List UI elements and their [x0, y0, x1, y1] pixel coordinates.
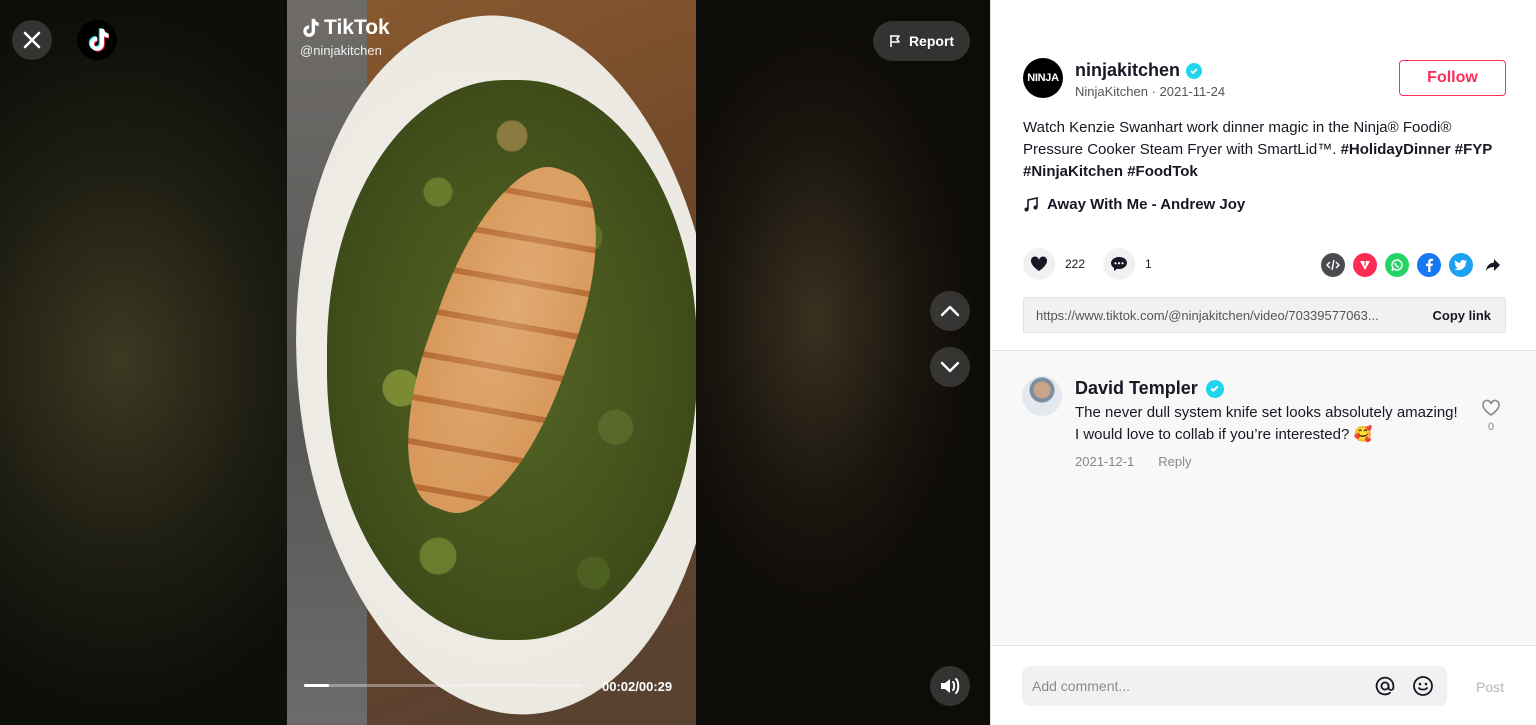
more-share-button[interactable]	[1481, 253, 1505, 277]
music-note-icon	[1024, 196, 1038, 211]
comment-button[interactable]	[1103, 248, 1135, 280]
music-title[interactable]: Away With Me - Andrew Joy	[1047, 196, 1245, 213]
whatsapp-icon	[1391, 259, 1403, 272]
author-handle[interactable]: ninjakitchen	[1075, 60, 1180, 81]
copy-link-button[interactable]: Copy link	[1418, 308, 1505, 323]
hashtag-link[interactable]: #HolidayDinner	[1341, 141, 1451, 158]
facebook-icon	[1426, 258, 1433, 272]
embed-button[interactable]	[1321, 253, 1345, 277]
share-arrow-icon	[1486, 259, 1500, 271]
author-meta: NinjaKitchen · 2021-11-24	[1075, 84, 1226, 99]
volume-button[interactable]	[930, 666, 970, 706]
previous-video-button[interactable]	[930, 291, 970, 331]
emoji-icon	[1413, 676, 1433, 696]
close-icon	[23, 31, 41, 49]
post-button[interactable]: Post	[1476, 679, 1504, 695]
mention-button[interactable]	[1371, 672, 1399, 700]
volume-icon	[941, 678, 960, 694]
author-handle-row[interactable]: ninjakitchen	[1075, 60, 1203, 81]
at-sign-icon	[1375, 676, 1395, 696]
comment-input-wrapper	[1022, 666, 1447, 706]
watermark-handle: @ninjakitchen	[300, 43, 382, 58]
verified-icon	[1186, 62, 1203, 79]
video-caption: Watch Kenzie Swanhart work dinner magic …	[1023, 117, 1513, 183]
report-button[interactable]: Report	[873, 21, 970, 61]
music-row[interactable]: Away With Me - Andrew Joy	[1023, 196, 1245, 213]
video-link-box: https://www.tiktok.com/@ninjakitchen/vid…	[1023, 297, 1506, 333]
comment-date: 2021-12-1	[1075, 454, 1135, 469]
side-panel: NINJA ninjakitchen NinjaKitchen · 2021-1…	[990, 0, 1536, 725]
tiktok-logo-button[interactable]	[77, 20, 117, 60]
tiktok-watermark: TikTok @ninjakitchen	[300, 16, 390, 58]
comment-stat[interactable]: 1	[1103, 248, 1152, 280]
video-frame[interactable]	[287, 0, 696, 725]
heart-icon	[1030, 256, 1048, 271]
watermark-logo: TikTok	[300, 16, 390, 40]
like-button[interactable]	[1023, 248, 1055, 280]
heart-outline-icon	[1482, 399, 1500, 416]
next-video-button[interactable]	[930, 347, 970, 387]
twitter-icon	[1454, 259, 1468, 271]
like-stat[interactable]: 222	[1023, 248, 1085, 280]
follow-button[interactable]: Follow	[1399, 60, 1506, 96]
comment-meta: 2021-12-1 Reply	[1075, 454, 1192, 469]
reply-button[interactable]: Reply	[1158, 454, 1191, 469]
twitter-button[interactable]	[1449, 253, 1473, 277]
comment-input-bar: Post	[991, 645, 1536, 725]
video-progress-bar[interactable]	[304, 684, 582, 687]
flag-icon	[890, 35, 900, 47]
tiktok-note-icon	[303, 18, 319, 37]
comment-input[interactable]	[1032, 678, 1361, 694]
report-label: Report	[908, 33, 955, 49]
comment-count: 1	[1145, 257, 1152, 271]
emoji-button[interactable]	[1409, 672, 1437, 700]
video-link-url[interactable]: https://www.tiktok.com/@ninjakitchen/vid…	[1024, 308, 1418, 323]
hashtag-link[interactable]: #NinjaKitchen	[1023, 163, 1123, 180]
chevron-up-icon	[940, 305, 960, 317]
author-avatar[interactable]: NINJA	[1023, 58, 1063, 98]
video-time: 00:02/00:29	[602, 679, 673, 694]
comment-like-button[interactable]: 0	[1481, 399, 1501, 433]
watermark-brand: TikTok	[324, 16, 390, 39]
verified-icon	[1205, 379, 1224, 398]
video-progress-fill	[304, 684, 330, 687]
hashtag-link[interactable]: #FoodTok	[1127, 163, 1198, 180]
comment-like-count: 0	[1487, 421, 1495, 433]
send-icon	[1360, 261, 1370, 270]
comments-list: David Templer The never dull system knif…	[991, 350, 1536, 645]
tiktok-logo-icon	[88, 28, 109, 52]
hashtag-link[interactable]: #FYP	[1455, 141, 1493, 158]
like-count: 222	[1065, 257, 1086, 271]
comment-author[interactable]: David Templer	[1075, 378, 1198, 399]
whatsapp-button[interactable]	[1385, 253, 1409, 277]
send-to-friends-button[interactable]	[1353, 253, 1377, 277]
comment-bubble-icon	[1111, 257, 1127, 271]
comment-avatar[interactable]	[1022, 376, 1062, 416]
facebook-button[interactable]	[1417, 253, 1441, 277]
share-row	[1321, 253, 1505, 277]
close-button[interactable]	[12, 20, 52, 60]
comment-text: The never dull system knife set looks ab…	[1075, 404, 1458, 443]
embed-icon	[1326, 259, 1340, 271]
comment-author-row[interactable]: David Templer	[1075, 378, 1224, 399]
chevron-down-icon	[940, 361, 960, 373]
video-player-area: TikTok @ninjakitchen Report 00:02/00:29	[0, 0, 990, 725]
